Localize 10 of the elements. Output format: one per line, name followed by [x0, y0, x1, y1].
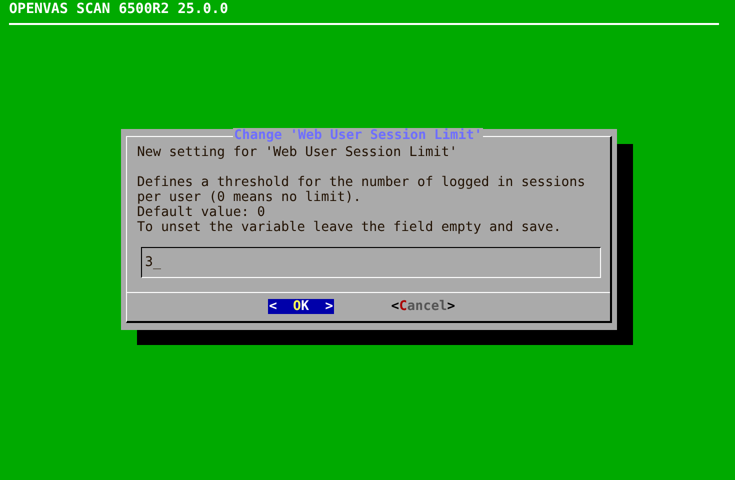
dialog-text: Default value: 0 — [137, 205, 266, 220]
dialog-text: To unset the variable leave the field empty and save. — [137, 220, 562, 235]
dialog-text: New setting for 'Web User Session Limit' — [137, 145, 458, 160]
dialog-button[interactable]: < OK > — [268, 299, 334, 314]
dialog-title: Change 'Web User Session Limit' — [233, 128, 484, 143]
dialog-button[interactable]: <Cancel> — [390, 299, 456, 314]
input-field[interactable]: 3_ — [141, 247, 601, 278]
dialog-text: Defines a threshold for the number of logged in sessions — [137, 175, 586, 190]
dialog-text: per user (0 means no limit). — [137, 190, 362, 205]
screen-title: OPENVAS SCAN 6500R2 25.0.0 — [8, 0, 230, 17]
